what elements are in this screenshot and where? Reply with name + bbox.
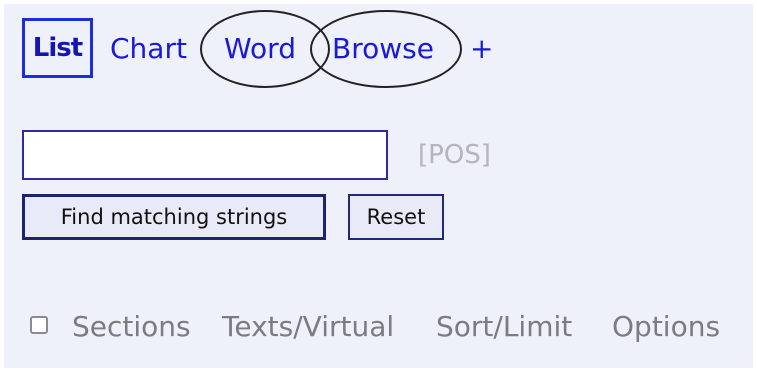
tab-browse[interactable]: Browse <box>332 29 434 69</box>
tab-add[interactable]: + <box>470 29 493 69</box>
sections-checkbox-wrap[interactable] <box>30 305 60 345</box>
texts-virtual-option[interactable]: Texts/Virtual <box>222 307 394 347</box>
query-panel: List Chart Word Browse + [POS] Find matc… <box>4 4 753 368</box>
pos-label[interactable]: [POS] <box>418 138 491 172</box>
tab-chart[interactable]: Chart <box>110 29 187 69</box>
tab-word[interactable]: Word <box>224 29 296 69</box>
find-matching-strings-button[interactable]: Find matching strings <box>22 194 326 240</box>
sections-checkbox[interactable] <box>30 316 48 334</box>
tab-list[interactable]: List <box>22 18 93 78</box>
search-input[interactable] <box>22 130 388 180</box>
sections-option[interactable]: Sections <box>72 307 191 347</box>
sort-limit-option[interactable]: Sort/Limit <box>436 307 572 347</box>
options-option[interactable]: Options <box>612 307 720 347</box>
reset-button[interactable]: Reset <box>348 194 444 240</box>
